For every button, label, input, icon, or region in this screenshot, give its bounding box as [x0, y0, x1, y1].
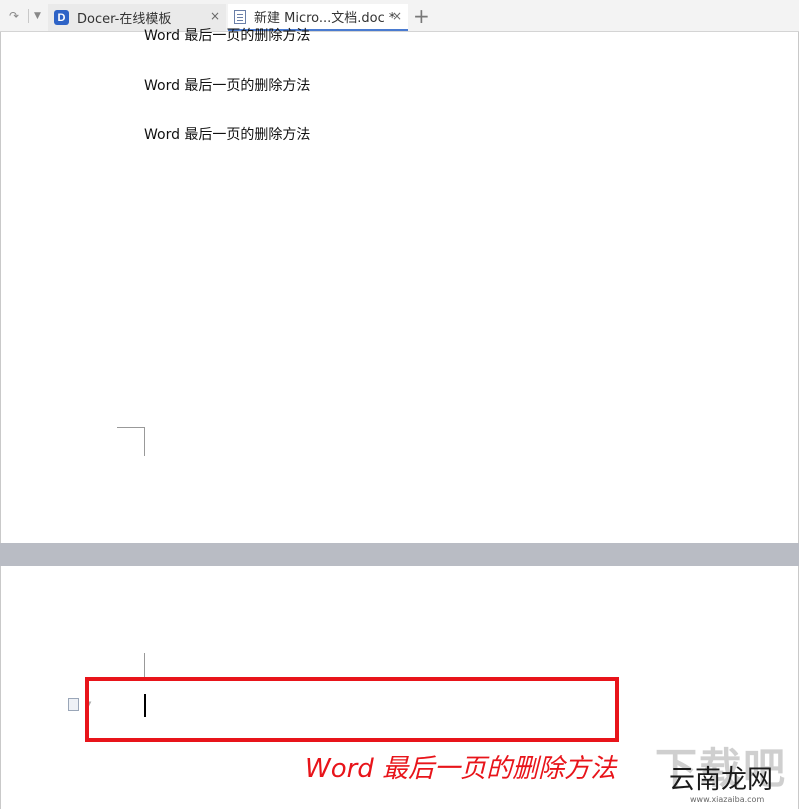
- paragraph-icon[interactable]: [68, 698, 79, 711]
- watermark-brand: 云南龙网: [669, 765, 774, 795]
- toolbar-separator: [28, 9, 29, 23]
- document-paragraph[interactable]: Word 最后一页的删除方法: [144, 77, 310, 95]
- document-icon: [234, 9, 246, 24]
- docer-logo-icon: D: [54, 10, 69, 25]
- redo-arrow-icon[interactable]: ↷: [9, 8, 19, 24]
- page-corner-mark: [144, 427, 145, 456]
- document-page-1[interactable]: [0, 32, 799, 543]
- page-corner-mark: [117, 427, 145, 428]
- add-tab-button[interactable]: +: [413, 5, 430, 27]
- page-corner-mark: [144, 653, 145, 677]
- highlight-box: [85, 677, 619, 742]
- document-paragraph[interactable]: Word 最后一页的删除方法: [144, 27, 310, 45]
- watermark-url: www.xiazaiba.com: [690, 795, 765, 804]
- tab-label: Docer-在线模板: [77, 12, 172, 27]
- close-icon[interactable]: ×: [210, 9, 220, 23]
- document-paragraph[interactable]: Word 最后一页的删除方法: [144, 126, 310, 144]
- chevron-down-icon[interactable]: ▼: [34, 8, 41, 24]
- page-gap: [0, 543, 799, 566]
- annotation-caption: Word 最后一页的删除方法: [305, 754, 617, 784]
- tab-label: 新建 Micro...文档.doc *: [254, 11, 396, 26]
- text-cursor: [144, 694, 146, 717]
- close-icon[interactable]: ×: [392, 9, 402, 23]
- tab-bar: ↷ ▼ D Docer-在线模板 × 新建 Micro...文档.doc * ×…: [0, 0, 799, 32]
